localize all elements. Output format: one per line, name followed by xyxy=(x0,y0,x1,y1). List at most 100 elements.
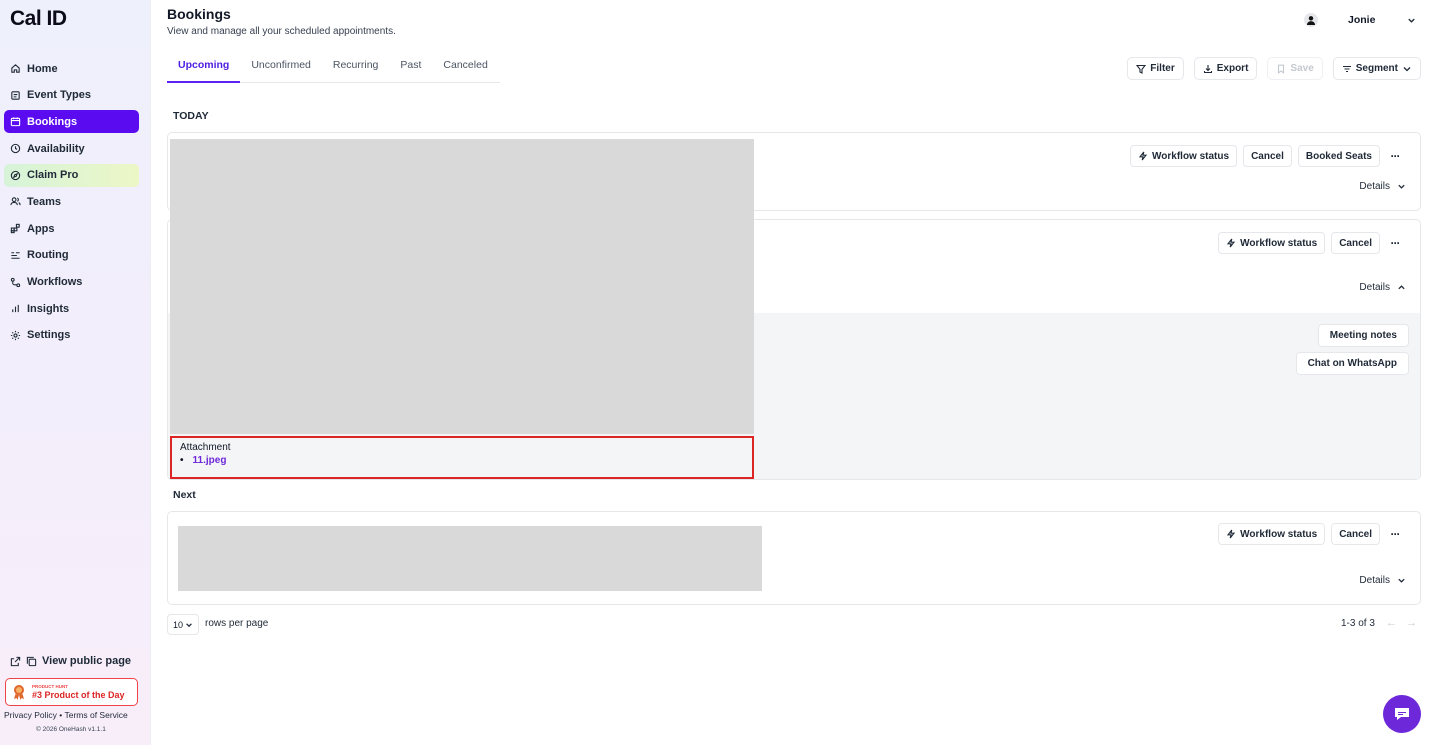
previous-page-icon[interactable]: ← xyxy=(1386,617,1398,629)
booked-seats-button[interactable]: Booked Seats xyxy=(1297,145,1380,167)
filter-button[interactable]: Filter xyxy=(1127,57,1184,80)
segment-button[interactable]: Segment xyxy=(1332,57,1421,80)
grid-icon xyxy=(10,223,21,234)
details-toggle[interactable]: Details xyxy=(1359,575,1406,586)
page-range: 1-3 of 3 xyxy=(1341,618,1375,629)
bar-chart-icon xyxy=(10,303,21,314)
product-hunt-text: PRODUCT HUNT #3 Product of the Day xyxy=(32,684,125,700)
sidebar-item-label: Settings xyxy=(27,329,71,342)
workflow-status-label: Workflow status xyxy=(1152,150,1230,162)
segment-label: Segment xyxy=(1355,63,1398,74)
workflow-status-button[interactable]: Workflow status xyxy=(1218,232,1326,254)
privacy-policy-link[interactable]: Privacy Policy xyxy=(4,710,57,720)
sidebar-item-label: Event Types xyxy=(27,89,91,102)
workflow-status-button[interactable]: Workflow status xyxy=(1130,145,1238,167)
sidebar-item-settings[interactable]: Settings xyxy=(4,324,139,347)
view-public-page-link[interactable]: View public page xyxy=(10,655,131,667)
toolbar: Filter Export Save Segment xyxy=(1127,57,1421,80)
medal-icon xyxy=(14,685,24,700)
workflow-icon xyxy=(10,277,21,288)
sidebar-item-apps[interactable]: Apps xyxy=(4,217,139,240)
more-options-icon[interactable]: ··· xyxy=(1386,149,1404,163)
rows-per-page-value: 10 xyxy=(173,619,184,630)
booking-tabs: Upcoming Unconfirmed Recurring Past Canc… xyxy=(167,52,500,83)
next-page-icon[interactable]: → xyxy=(1406,617,1418,629)
export-label: Export xyxy=(1216,63,1249,74)
cancel-button[interactable]: Cancel xyxy=(1243,145,1292,167)
user-name: Jonie xyxy=(1348,14,1376,26)
routing-icon xyxy=(10,250,21,261)
sidebar-item-routing[interactable]: Routing xyxy=(4,244,139,267)
app-logo[interactable]: Cal ID xyxy=(10,7,67,31)
sidebar-item-label: Routing xyxy=(27,249,69,262)
tab-upcoming[interactable]: Upcoming xyxy=(167,52,241,83)
footer-links: Privacy Policy • Terms of Service xyxy=(4,710,128,720)
sidebar-item-claim-pro[interactable]: Claim Pro xyxy=(4,163,139,187)
more-options-icon[interactable]: ··· xyxy=(1386,236,1404,250)
workflow-status-button[interactable]: Workflow status xyxy=(1218,523,1326,545)
save-button[interactable]: Save xyxy=(1267,57,1323,80)
export-button[interactable]: Export xyxy=(1193,57,1258,80)
tab-recurring[interactable]: Recurring xyxy=(322,52,390,83)
cancel-button[interactable]: Cancel xyxy=(1331,232,1380,254)
product-hunt-badge[interactable]: PRODUCT HUNT #3 Product of the Day xyxy=(5,678,138,706)
section-next: Next xyxy=(173,489,196,501)
tab-canceled[interactable]: Canceled xyxy=(432,52,498,83)
sidebar-item-label: Teams xyxy=(27,195,62,208)
filter-label: Filter xyxy=(1150,63,1175,74)
sidebar-item-label: Apps xyxy=(27,222,55,235)
sidebar-item-teams[interactable]: Teams xyxy=(4,190,139,213)
sidebar-item-insights[interactable]: Insights xyxy=(4,297,139,320)
details-label: Details xyxy=(1359,282,1390,293)
attachment-file-link[interactable]: • 11.jpeg xyxy=(180,455,744,466)
redacted-booking-details xyxy=(170,139,754,434)
zap-icon xyxy=(1227,238,1236,248)
details-toggle[interactable]: Details xyxy=(1359,282,1406,293)
sidebar-item-workflows[interactable]: Workflows xyxy=(4,271,139,294)
attachment-section: Attachment • 11.jpeg xyxy=(170,436,754,479)
sidebar: Cal ID Home Event Types Bookings Availab… xyxy=(0,0,151,745)
sidebar-item-label: Insights xyxy=(27,302,70,315)
external-link-icon xyxy=(10,656,21,666)
sidebar-item-label: Home xyxy=(27,62,58,75)
chat-on-whatsapp-button[interactable]: Chat on WhatsApp xyxy=(1295,352,1409,375)
chevron-down-icon xyxy=(186,622,192,627)
user-icon xyxy=(1307,16,1315,25)
more-options-icon[interactable]: ··· xyxy=(1386,527,1404,541)
sidebar-item-home[interactable]: Home xyxy=(4,57,139,80)
sidebar-item-event-types[interactable]: Event Types xyxy=(4,84,139,107)
booking-actions: Workflow status Cancel ··· xyxy=(1218,232,1404,254)
avatar xyxy=(1304,13,1318,27)
sidebar-nav: Home Event Types Bookings Availability C… xyxy=(4,57,139,351)
details-toggle[interactable]: Details xyxy=(1359,181,1406,192)
chevron-down-icon xyxy=(1403,66,1411,71)
sidebar-item-availability[interactable]: Availability xyxy=(4,137,139,160)
cancel-button[interactable]: Cancel xyxy=(1331,523,1380,545)
event-types-icon xyxy=(10,90,21,101)
meeting-notes-button[interactable]: Meeting notes xyxy=(1317,324,1409,347)
rows-per-page-select[interactable]: 10 xyxy=(167,614,199,635)
copy-icon[interactable] xyxy=(26,656,37,667)
chevron-down-icon xyxy=(1398,578,1405,583)
terms-of-service-link[interactable]: Terms of Service xyxy=(64,710,127,720)
compass-icon xyxy=(10,170,21,181)
sidebar-item-bookings[interactable]: Bookings xyxy=(4,110,139,134)
sidebar-item-label: Claim Pro xyxy=(27,169,79,182)
user-menu[interactable]: Jonie xyxy=(1304,13,1416,27)
tab-unconfirmed[interactable]: Unconfirmed xyxy=(240,52,322,83)
sidebar-item-label: Bookings xyxy=(27,115,78,128)
booking-actions: Workflow status Cancel Booked Seats ··· xyxy=(1130,145,1404,167)
copyright: © 2026 OneHash v1.1.1 xyxy=(36,726,106,733)
section-today: TODAY xyxy=(173,110,209,122)
chat-widget-button[interactable] xyxy=(1383,695,1421,733)
tab-past[interactable]: Past xyxy=(389,52,432,83)
details-label: Details xyxy=(1359,181,1390,192)
attachment-title: Attachment xyxy=(180,442,231,453)
sidebar-item-label: Availability xyxy=(27,142,85,155)
chevron-up-icon xyxy=(1398,285,1405,290)
page-subtitle: View and manage all your scheduled appoi… xyxy=(167,26,396,37)
zap-icon xyxy=(1138,151,1148,161)
bookmark-icon xyxy=(1278,64,1285,74)
page-title: Bookings xyxy=(167,6,231,22)
booking-actions: Workflow status Cancel ··· xyxy=(1218,523,1404,545)
